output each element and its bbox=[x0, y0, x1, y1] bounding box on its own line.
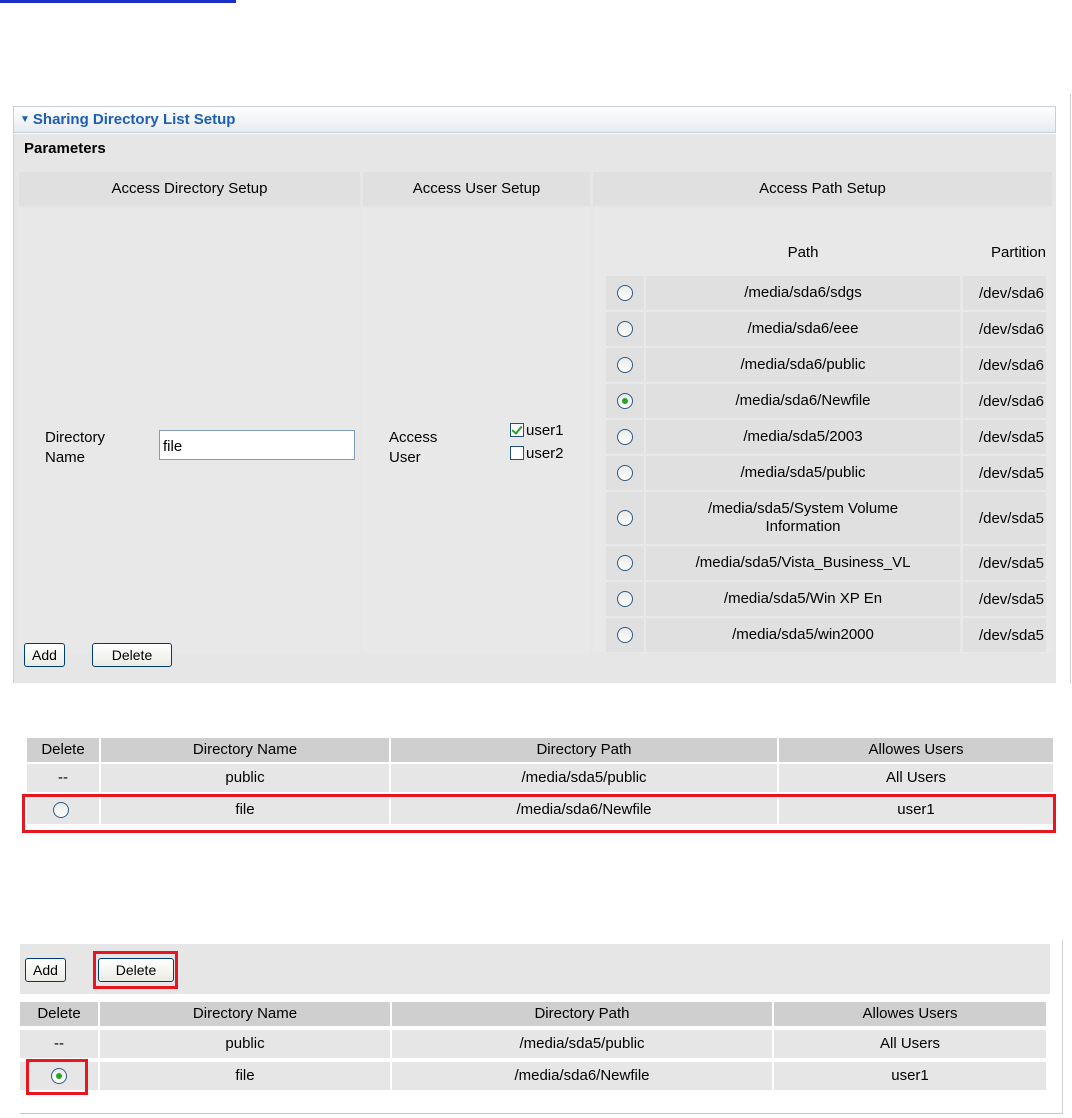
header-directory-name: Directory Name bbox=[100, 1002, 390, 1026]
access-user-label-line1: Access bbox=[389, 429, 438, 446]
highlight-box-delete-button bbox=[93, 951, 178, 989]
path-cell: /media/sda6/Newfile bbox=[646, 384, 960, 418]
directory-name-input[interactable] bbox=[159, 430, 355, 460]
row-directory-path: /media/sda5/public bbox=[391, 764, 777, 792]
path-radio[interactable] bbox=[617, 555, 633, 571]
access-user-label-line2: User bbox=[389, 449, 421, 466]
path-cell: /media/sda5/System Volume Information bbox=[646, 492, 960, 544]
path-row[interactable]: /media/sda6/sdgs /dev/sda6 bbox=[606, 276, 1046, 310]
sharing-directory-panel: ▼ Sharing Directory List Setup Parameters… bbox=[13, 106, 1056, 683]
path-row[interactable]: /media/sda6/Newfile /dev/sda6 bbox=[606, 384, 1046, 418]
header-delete: Delete bbox=[27, 738, 99, 762]
path-cell: /media/sda6/public bbox=[646, 348, 960, 382]
header-directory-name: Directory Name bbox=[101, 738, 389, 762]
directory-name-label-line1: Directory bbox=[45, 429, 106, 446]
path-radio[interactable] bbox=[617, 591, 633, 607]
header-allowed-users: Allowes Users bbox=[779, 738, 1053, 762]
partition-cell: /dev/sda5 bbox=[963, 420, 1046, 454]
user1-checkbox[interactable] bbox=[510, 423, 524, 437]
section-header[interactable]: ▼ Sharing Directory List Setup bbox=[13, 106, 1056, 133]
path-row[interactable]: /media/sda6/public /dev/sda6 bbox=[606, 348, 1046, 382]
panel-bottom-rule bbox=[20, 1113, 1062, 1114]
partition-cell: /dev/sda6 bbox=[963, 348, 1046, 382]
path-cell: /media/sda5/Vista_Business_VL bbox=[646, 546, 960, 580]
path-row[interactable]: /media/sda5/win2000 /dev/sda5 bbox=[606, 618, 1046, 652]
directory-name-label-line2: Name bbox=[45, 449, 86, 466]
add-button[interactable]: Add bbox=[25, 958, 66, 982]
row-directory-name: public bbox=[101, 764, 389, 792]
partition-cell: /dev/sda5 bbox=[963, 456, 1046, 490]
partition-cell: /dev/sda6 bbox=[963, 384, 1046, 418]
partition-cell: /dev/sda6 bbox=[963, 312, 1046, 346]
user-option-user2[interactable]: user2 bbox=[510, 444, 564, 464]
path-radio[interactable] bbox=[617, 510, 633, 526]
parameters-area: Parameters Access Directory Setup Access… bbox=[13, 134, 1056, 683]
section-title: Sharing Directory List Setup bbox=[32, 111, 236, 128]
row-delete-placeholder: -- bbox=[20, 1030, 98, 1058]
row-directory-path: /media/sda6/Newfile bbox=[392, 1062, 772, 1090]
path-cell: /media/sda6/sdgs bbox=[646, 276, 960, 310]
col-head-path: Access Path Setup bbox=[593, 172, 1052, 206]
path-row[interactable]: /media/sda5/Vista_Business_VL /dev/sda5 bbox=[606, 546, 1046, 580]
row-allowed-users: All Users bbox=[774, 1030, 1046, 1058]
path-radio-selected[interactable] bbox=[617, 393, 633, 409]
path-row[interactable]: /media/sda6/eee /dev/sda6 bbox=[606, 312, 1046, 346]
partition-cell: /dev/sda5 bbox=[963, 546, 1046, 580]
partition-cell: /dev/sda5 bbox=[963, 618, 1046, 652]
path-radio[interactable] bbox=[617, 285, 633, 301]
row-directory-name: public bbox=[100, 1030, 390, 1058]
top-link-underline[interactable] bbox=[0, 0, 236, 3]
row-allowed-users: All Users bbox=[779, 764, 1053, 792]
path-cell: /media/sda5/public bbox=[646, 456, 960, 490]
header-directory-path: Directory Path bbox=[391, 738, 777, 762]
row-delete-placeholder: -- bbox=[27, 764, 99, 792]
delete-button[interactable]: Delete bbox=[92, 643, 172, 667]
path-cell: /media/sda5/win2000 bbox=[646, 618, 960, 652]
user2-label: user2 bbox=[526, 445, 564, 462]
header-directory-path: Directory Path bbox=[392, 1002, 772, 1026]
path-radio[interactable] bbox=[617, 429, 633, 445]
col-head-directory: Access Directory Setup bbox=[19, 172, 360, 206]
row-allowed-users: user1 bbox=[774, 1062, 1046, 1090]
header-delete: Delete bbox=[20, 1002, 98, 1026]
collapse-triangle-icon[interactable]: ▼ bbox=[20, 114, 30, 125]
path-radio[interactable] bbox=[617, 465, 633, 481]
panel-right-rule bbox=[1070, 94, 1071, 683]
highlight-box-new-row bbox=[22, 794, 1056, 833]
access-user-label: Access User bbox=[389, 428, 437, 468]
add-button[interactable]: Add bbox=[24, 643, 65, 667]
path-header: Path bbox=[787, 244, 819, 261]
row-directory-path: /media/sda5/public bbox=[392, 1030, 772, 1058]
path-row[interactable]: /media/sda5/public /dev/sda5 bbox=[606, 456, 1046, 490]
partition-cell: /dev/sda6 bbox=[963, 276, 1046, 310]
user1-label: user1 bbox=[526, 422, 564, 439]
path-cell: /media/sda5/2003 bbox=[646, 420, 960, 454]
path-row[interactable]: /media/sda5/System Volume Information /d… bbox=[606, 492, 1046, 544]
path-radio[interactable] bbox=[617, 357, 633, 373]
partition-cell: /dev/sda5 bbox=[963, 492, 1046, 544]
highlight-box-delete-radio bbox=[26, 1059, 88, 1095]
panel-right-rule bbox=[1062, 940, 1063, 1114]
path-row[interactable]: /media/sda5/Win XP En /dev/sda5 bbox=[606, 582, 1046, 616]
parameters-label: Parameters bbox=[24, 140, 106, 157]
partition-header: Partition bbox=[990, 244, 1046, 261]
path-radio[interactable] bbox=[617, 627, 633, 643]
directory-name-label: Directory Name bbox=[45, 428, 105, 468]
path-radio[interactable] bbox=[617, 321, 633, 337]
path-cell: /media/sda6/eee bbox=[646, 312, 960, 346]
row-directory-name: file bbox=[100, 1062, 390, 1090]
header-allowed-users: Allowes Users bbox=[774, 1002, 1046, 1026]
partition-cell: /dev/sda5 bbox=[963, 582, 1046, 616]
path-row[interactable]: /media/sda5/2003 /dev/sda5 bbox=[606, 420, 1046, 454]
user2-checkbox[interactable] bbox=[510, 446, 524, 460]
col-head-user: Access User Setup bbox=[363, 172, 590, 206]
user-option-user1[interactable]: user1 bbox=[510, 421, 564, 441]
path-cell: /media/sda5/Win XP En bbox=[646, 582, 960, 616]
